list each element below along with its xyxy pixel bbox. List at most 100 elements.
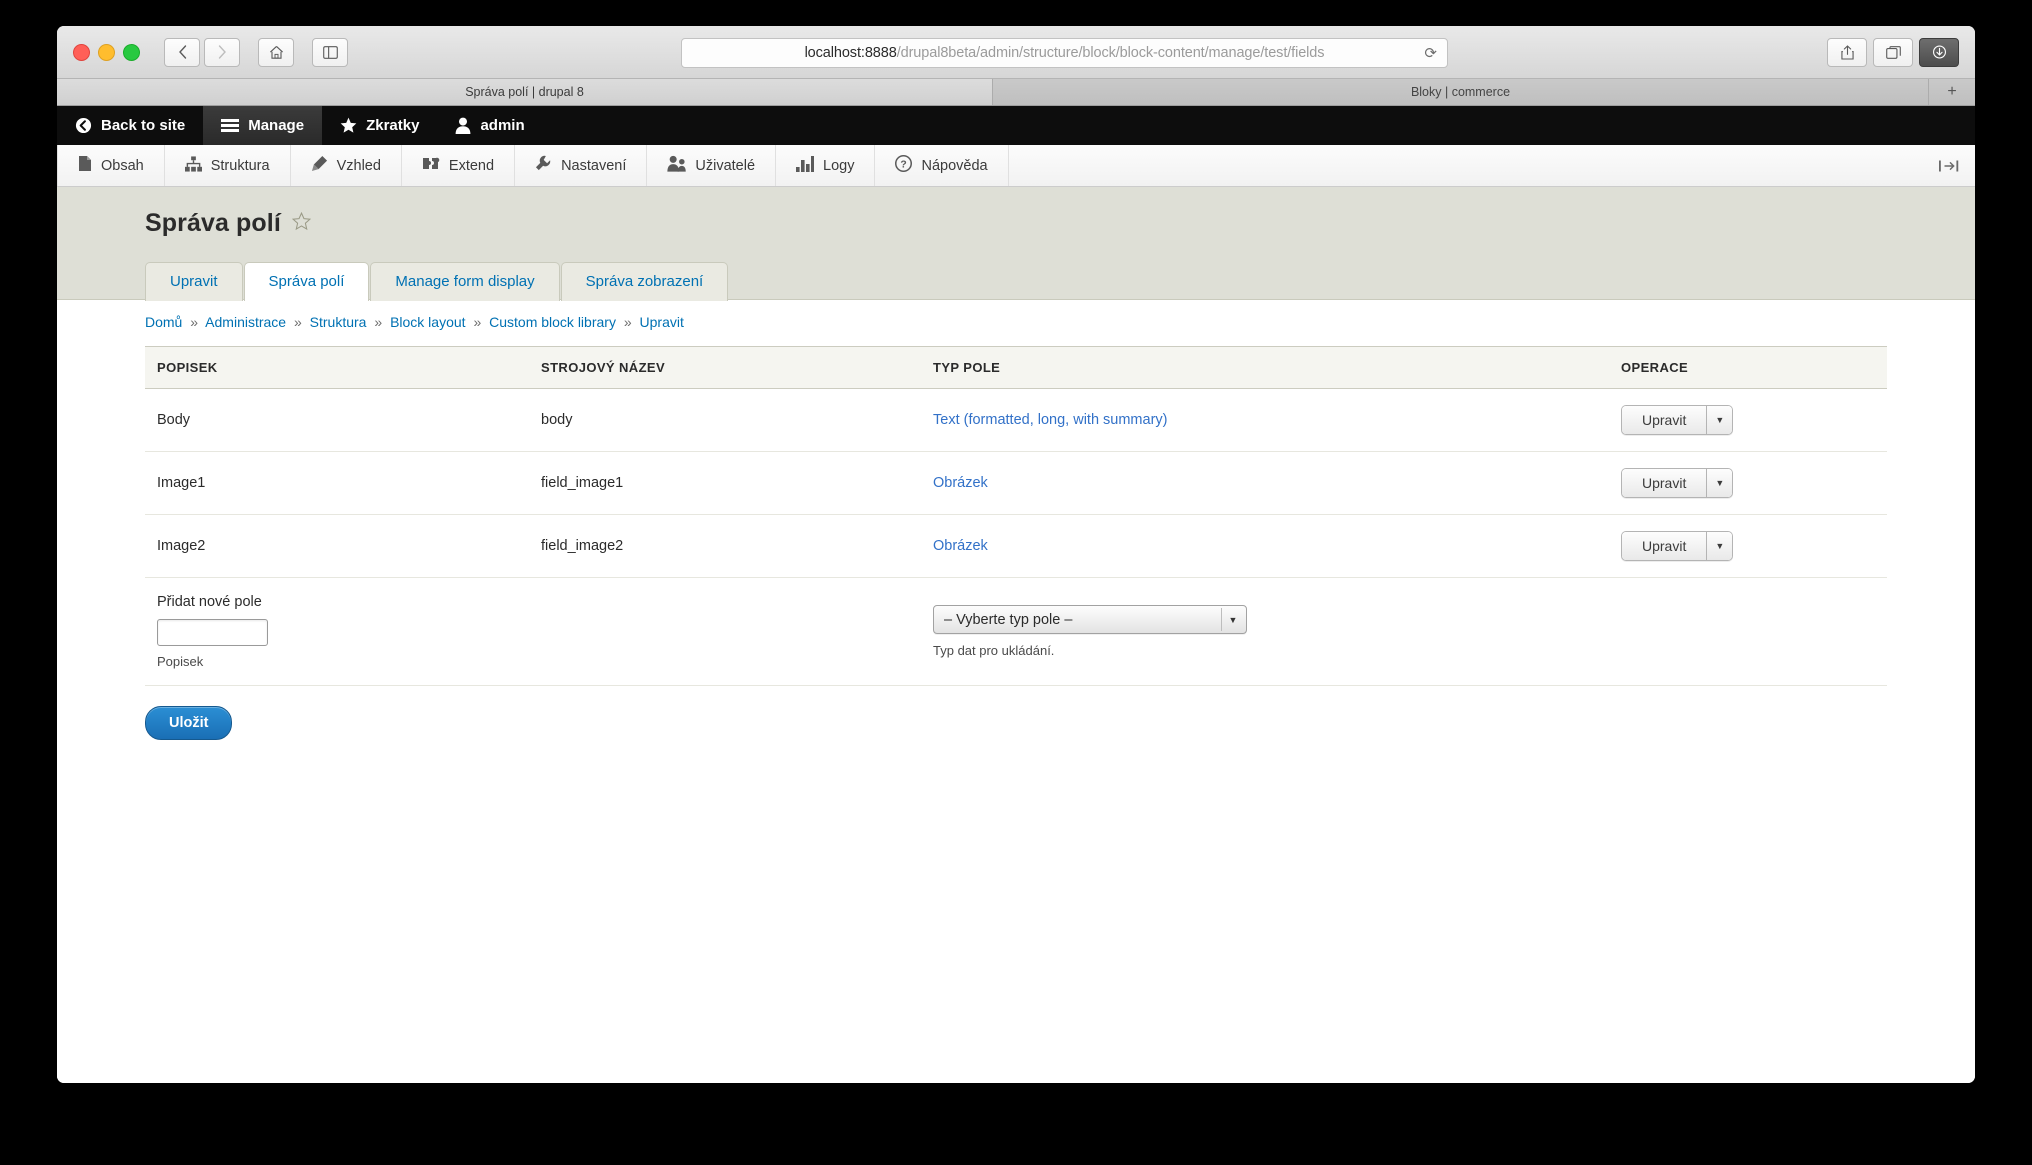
toolbar-tab-manage[interactable]: Manage <box>203 106 323 145</box>
operations-dropbutton: Upravit ▼ <box>1621 531 1734 561</box>
tab-upravit[interactable]: Upravit <box>145 262 243 301</box>
menu-item-extend[interactable]: Extend <box>402 145 516 186</box>
download-icon <box>1932 45 1946 59</box>
breadcrumb-separator: » <box>293 314 302 330</box>
field-label: Image2 <box>145 514 529 578</box>
breadcrumb-item-1[interactable]: Administrace <box>205 314 286 330</box>
browser-tab-secondary[interactable]: Bloky | commerce <box>993 79 1929 105</box>
star-icon <box>340 117 357 134</box>
table-row: Image1 field_image1 Obrázek Upravit ▼ <box>145 451 1887 515</box>
field-type-link[interactable]: Obrázek <box>933 475 988 491</box>
back-to-site-button[interactable]: Back to site <box>57 106 203 145</box>
forward-button[interactable] <box>204 37 240 67</box>
browser-window: localhost:8888/drupal8beta/admin/structu… <box>57 26 1975 1083</box>
minimize-window-button[interactable] <box>98 43 115 61</box>
field-type-select[interactable]: – Vyberte typ pole – ▼ <box>933 605 1247 634</box>
menu-item-struktura[interactable]: Struktura <box>165 145 291 186</box>
menu-label: Nastavení <box>561 157 627 174</box>
browser-titlebar: localhost:8888/drupal8beta/admin/structu… <box>57 26 1975 79</box>
edit-button[interactable]: Upravit <box>1622 469 1708 497</box>
toolbar-account-label: admin <box>480 117 525 134</box>
star-outline-icon[interactable] <box>291 211 311 235</box>
downloads-button[interactable] <box>1919 37 1959 67</box>
field-type-link[interactable]: Text (formatted, long, with summary) <box>933 412 1168 428</box>
close-window-button[interactable] <box>73 43 90 61</box>
drupal-admin-toolbar: Back to site Manage Zkratky admin <box>57 106 1975 145</box>
structure-sitemap-icon <box>184 155 202 176</box>
menu-item-obsah[interactable]: Obsah <box>57 145 165 186</box>
url-path: /drupal8beta/admin/structure/block/block… <box>896 45 1325 61</box>
settings-wrench-icon <box>535 155 552 176</box>
fields-table-head: POPISEK STROJOVÝ NÁZEV TYP POLE OPERACE <box>145 346 1887 389</box>
edit-button[interactable]: Upravit <box>1622 406 1708 434</box>
field-type-link[interactable]: Obrázek <box>933 538 988 554</box>
page-title-text: Správa polí <box>145 209 281 237</box>
window-controls <box>73 43 140 61</box>
menu-spacer <box>1009 145 1975 186</box>
back-button[interactable] <box>164 37 200 67</box>
appearance-brush-icon <box>311 155 328 176</box>
breadcrumb-item-4[interactable]: Custom block library <box>489 314 616 330</box>
sidebar-toggle-button[interactable] <box>312 37 348 67</box>
maximize-window-button[interactable] <box>123 43 140 61</box>
url-host: localhost:8888 <box>804 45 897 61</box>
browser-nav-buttons <box>164 37 348 67</box>
field-machine-name: body <box>529 388 921 452</box>
form-actions: Uložit <box>145 686 1887 740</box>
toolbar-orientation-icon <box>1939 160 1959 171</box>
toolbar-tab-shortcuts[interactable]: Zkratky <box>322 106 437 145</box>
browser-tabstrip: Správa polí | drupal 8 Bloky | commerce … <box>57 79 1975 106</box>
menu-item-napoveda[interactable]: ? Nápověda <box>875 145 1009 186</box>
home-button[interactable] <box>258 37 294 67</box>
new-tab-button[interactable]: + <box>1929 79 1975 105</box>
table-row: Body body Text (formatted, long, with su… <box>145 388 1887 452</box>
breadcrumb-item-2[interactable]: Struktura <box>310 314 367 330</box>
share-button[interactable] <box>1827 37 1867 67</box>
forward-arrow-icon <box>218 45 226 59</box>
add-new-field-row: Přidat nové pole Popisek – Vyberte typ p… <box>145 577 1887 686</box>
address-bar[interactable]: localhost:8888/drupal8beta/admin/structu… <box>681 38 1448 68</box>
breadcrumb-item-5[interactable]: Upravit <box>640 314 684 330</box>
tab-sprava-zobrazeni[interactable]: Správa zobrazení <box>560 262 729 301</box>
breadcrumb-item-0[interactable]: Domů <box>145 314 182 330</box>
toolbar-orientation-toggle[interactable] <box>1939 159 1961 173</box>
menu-item-logy[interactable]: Logy <box>776 145 876 186</box>
table-row: Image2 field_image2 Obrázek Upravit ▼ <box>145 514 1887 578</box>
breadcrumb-item-3[interactable]: Block layout <box>390 314 465 330</box>
drupal-page: Back to site Manage Zkratky admin Obsah … <box>57 106 1975 1083</box>
browser-right-buttons <box>1827 37 1959 67</box>
people-users-icon <box>667 155 687 176</box>
menu-item-vzhled[interactable]: Vzhled <box>291 145 402 186</box>
fields-table: POPISEK STROJOVÝ NÁZEV TYP POLE OPERACE … <box>145 346 1887 686</box>
add-new-field-title: Přidat nové pole <box>157 594 262 610</box>
page-title: Správa polí <box>145 209 1887 238</box>
drupal-admin-menu: Obsah Struktura Vzhled Extend Nastavení … <box>57 145 1975 187</box>
hamburger-icon <box>221 118 240 133</box>
extend-puzzle-icon <box>422 156 440 176</box>
show-all-tabs-button[interactable] <box>1873 37 1913 67</box>
field-machine-name: field_image2 <box>529 514 921 578</box>
tab-sprava-poli[interactable]: Správa polí <box>243 262 370 301</box>
chevron-down-icon[interactable]: ▼ <box>1707 532 1733 560</box>
user-icon <box>455 117 471 134</box>
content-page-icon <box>78 155 92 176</box>
fields-table-body: Body body Text (formatted, long, with su… <box>145 388 1887 686</box>
column-header-machine-name: STROJOVÝ NÁZEV <box>529 346 921 389</box>
breadcrumb: Domů » Administrace » Struktura » Block … <box>145 300 1887 346</box>
menu-item-uzivatele[interactable]: Uživatelé <box>647 145 777 186</box>
chevron-down-icon[interactable]: ▼ <box>1707 469 1733 497</box>
reload-icon[interactable]: ⟳ <box>1424 46 1437 61</box>
new-field-label-input[interactable] <box>157 619 268 646</box>
menu-item-nastaveni[interactable]: Nastavení <box>515 145 648 186</box>
save-button[interactable]: Uložit <box>145 706 233 740</box>
menu-label: Extend <box>448 157 495 174</box>
toolbar-tab-account[interactable]: admin <box>437 106 542 145</box>
chevron-down-icon[interactable]: ▼ <box>1221 608 1244 631</box>
table-header-row: POPISEK STROJOVÝ NÁZEV TYP POLE OPERACE <box>145 346 1887 389</box>
chevron-down-icon[interactable]: ▼ <box>1707 406 1733 434</box>
back-arrow-icon <box>178 45 186 59</box>
edit-button[interactable]: Upravit <box>1622 532 1708 560</box>
browser-tab-active[interactable]: Správa polí | drupal 8 <box>57 79 993 105</box>
menu-label: Nápověda <box>921 157 988 174</box>
tab-manage-form-display[interactable]: Manage form display <box>370 262 560 301</box>
